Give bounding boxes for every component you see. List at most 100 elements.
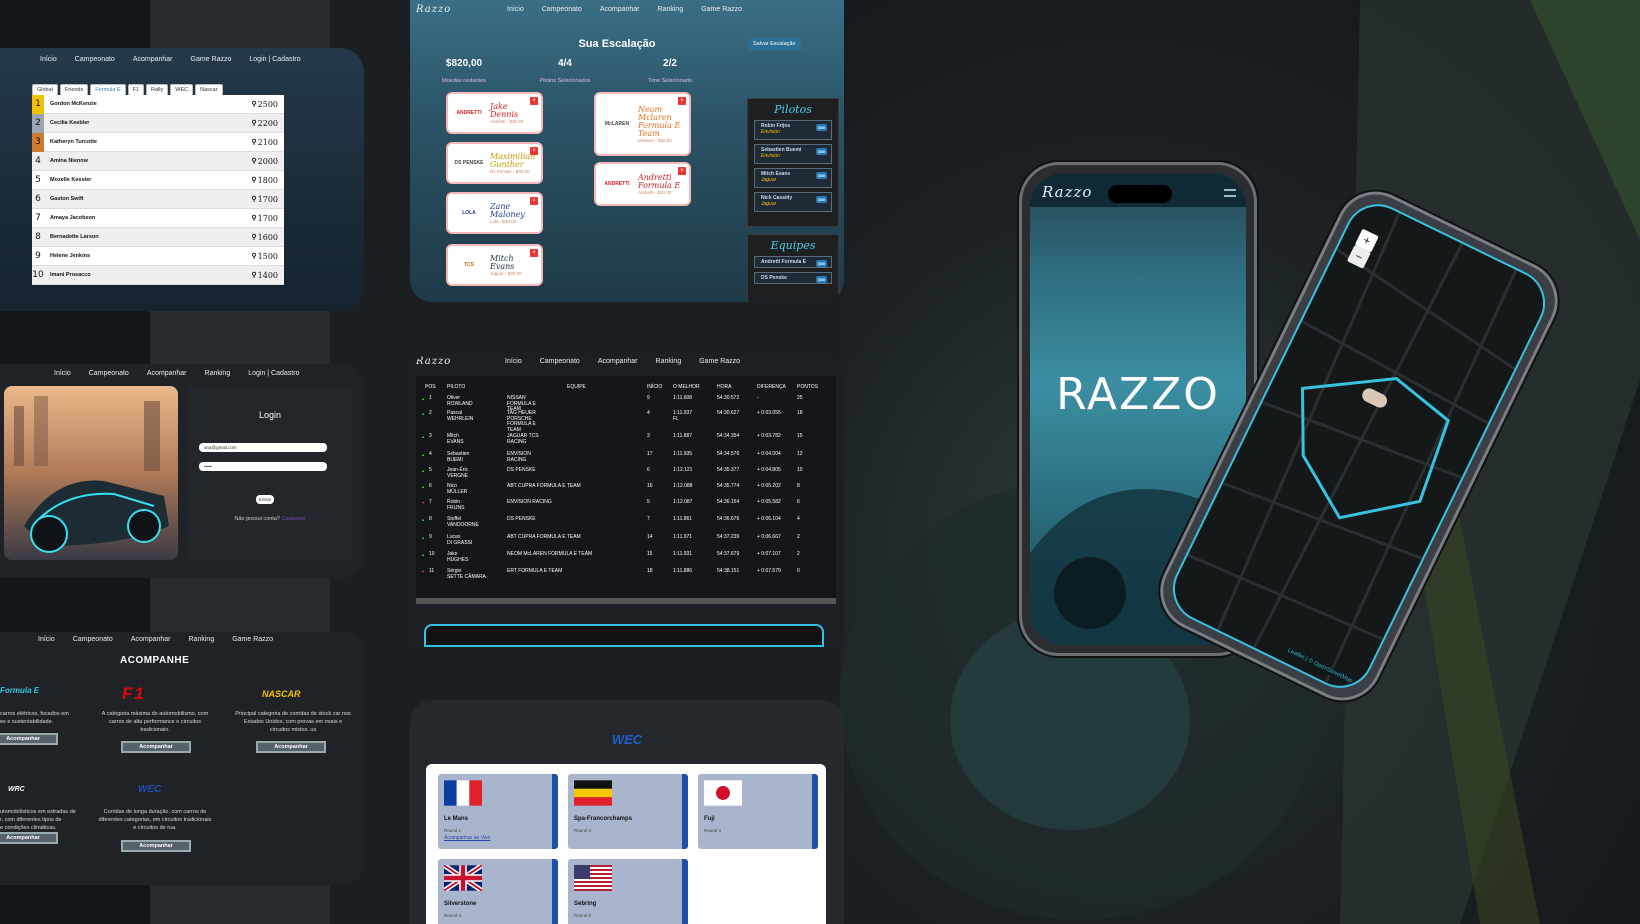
race-round: Round 5: [574, 913, 592, 918]
nav-inicio[interactable]: Início: [54, 370, 71, 377]
follow-wec-button[interactable]: Acompanhar: [121, 840, 191, 852]
nav-login[interactable]: Login | Cadastro: [249, 56, 300, 63]
pilot-option[interactable]: Nick Cassidy Jaguar $30: [754, 192, 832, 212]
race-round: Round 2: [574, 828, 592, 833]
pilot-option[interactable]: Mitch Evans Jaguar $30: [754, 168, 832, 188]
remove-driver-icon[interactable]: ×: [530, 97, 538, 105]
remove-team-icon[interactable]: ×: [678, 97, 686, 105]
driver-card[interactable]: LOLA Zane Maloney Lola - $30,00 ×: [446, 192, 543, 234]
nav-campeonato[interactable]: Campeonato: [89, 370, 129, 377]
driver-card[interactable]: TCS Mitch Evans Jaguar - $30,00 ×: [446, 244, 543, 286]
player-name: Bernadette Larson: [50, 234, 99, 240]
follow-nascar-button[interactable]: Acompanhar: [256, 741, 326, 753]
nav-acompanhar[interactable]: Acompanhar: [147, 370, 187, 377]
nav-inicio[interactable]: Início: [40, 56, 57, 63]
coins-label: Moedas restantes: [442, 78, 486, 84]
nav-campeonato[interactable]: Campeonato: [75, 56, 115, 63]
nav-game[interactable]: Game Razzo: [232, 636, 273, 643]
ranking-row: 3 Katheryn Turcotte ⚲ 2100: [32, 132, 284, 152]
nav-game[interactable]: Game Razzo: [701, 6, 742, 13]
nav-ranking[interactable]: Ranking: [205, 370, 231, 377]
email-field[interactable]: ana@gmail.com: [199, 443, 327, 452]
player-name: Katheryn Turcotte: [50, 139, 97, 145]
team-card[interactable]: McLAREN Neom Mclaren Formula E Team Mclare…: [594, 92, 691, 156]
nav-acompanhar[interactable]: Acompanhar: [598, 358, 638, 365]
signup-prompt: Não possui conta? Cadastrar: [188, 516, 352, 522]
results-cell-start: 15: [647, 551, 653, 557]
results-cell-team: ERT FORMULA E TEAM: [507, 568, 563, 574]
follow-f1-button[interactable]: Acompanhar: [121, 741, 191, 753]
pilot-option[interactable]: Sebastien Buemi Envision $30: [754, 144, 832, 164]
race-name: Silverstone: [444, 901, 477, 907]
results-cell-pos: 4: [429, 451, 432, 457]
race-card[interactable]: Fuji Round 3: [698, 774, 818, 849]
team-price-badge: $30: [816, 260, 827, 267]
team-logo: McLAREN: [604, 121, 630, 127]
rank-position: 7: [35, 213, 41, 223]
nav-inicio[interactable]: Início: [38, 636, 55, 643]
nav-acompanhar[interactable]: Acompanhar: [131, 636, 171, 643]
results-cell-diff: -: [757, 395, 759, 401]
nav-campeonato[interactable]: Campeonato: [73, 636, 113, 643]
nav-ranking[interactable]: Ranking: [189, 636, 215, 643]
nav-acompanhar[interactable]: Acompanhar: [600, 6, 640, 13]
race-round: Round 4: [444, 913, 462, 918]
hamburger-menu-icon[interactable]: [1224, 189, 1236, 197]
password-field[interactable]: •••••: [199, 462, 327, 471]
results-scrollbar[interactable]: [416, 598, 836, 604]
phone-app-logo[interactable]: Razzo: [1042, 183, 1092, 201]
results-cell-best: 1:11.931: [673, 551, 693, 557]
trophy-icon: ⚲: [251, 253, 257, 260]
pilot-price-badge: $30: [816, 172, 827, 179]
team-option[interactable]: Andretti Formula E $30: [754, 256, 832, 268]
race-card[interactable]: Sebring Round 5: [568, 859, 688, 924]
follow-formula-e-button[interactable]: Acompanhar: [0, 733, 58, 745]
nav-login[interactable]: Login | Cadastro: [248, 370, 299, 377]
driver-card[interactable]: DS PENSKE Maximilian Gunther Ds Penske - $…: [446, 142, 543, 184]
remove-team-icon[interactable]: ×: [678, 167, 686, 175]
results-cell-driver: Oliver ROWLAND: [447, 395, 473, 407]
ranking-row: 2 Cecilia Keebler ⚲ 2200: [32, 113, 284, 133]
nav-ranking[interactable]: Ranking: [658, 6, 684, 13]
lineup-logo[interactable]: Razzo: [416, 4, 451, 15]
signup-link[interactable]: Cadastrar: [281, 516, 305, 522]
driver-card[interactable]: ANDRETTI Jake Dennis Andretti - $30,00 ×: [446, 92, 543, 134]
results-header-cell: PILOTO: [447, 384, 466, 390]
nav-inicio[interactable]: Início: [505, 358, 522, 365]
race-card[interactable]: Le Mans Round 1 Acompanhar ao Vivo: [438, 774, 558, 849]
follow-wrc-button[interactable]: Acompanhar: [0, 832, 58, 844]
results-cell-team: DS PENSKE: [507, 467, 536, 473]
team-card[interactable]: ANDRETTI Andretti Formula E Andretti - $30…: [594, 162, 691, 206]
nav-inicio[interactable]: Início: [507, 6, 524, 13]
results-cell-diff: + 0:05.202: [757, 483, 781, 489]
nav-game[interactable]: Game Razzo: [191, 56, 232, 63]
results-cell-start: 18: [647, 568, 653, 574]
results-cell-start: 3: [647, 433, 650, 439]
results-logo[interactable]: Razzo: [416, 356, 451, 367]
watch-live-link[interactable]: Acompanhar ao Vivo: [444, 835, 490, 841]
results-cell-best: 1:11.886: [673, 568, 693, 574]
remove-driver-icon[interactable]: ×: [530, 147, 538, 155]
race-card[interactable]: Spa-Francorchamps Round 2: [568, 774, 688, 849]
up-arrow-icon: ▲: [421, 396, 425, 401]
nav-campeonato[interactable]: Campeonato: [542, 6, 582, 13]
nav-campeonato[interactable]: Campeonato: [540, 358, 580, 365]
nav-acompanhar[interactable]: Acompanhar: [133, 56, 173, 63]
results-cell-diff: + 0:03.782: [757, 433, 781, 439]
remove-driver-icon[interactable]: ×: [530, 197, 538, 205]
results-cell-time: 54:38.151: [717, 568, 740, 574]
race-card[interactable]: Silverstone Round 4: [438, 859, 558, 924]
results-cell-best: 1:11.861: [673, 516, 693, 522]
team-option[interactable]: DS Penske $30: [754, 272, 832, 284]
results-cell-diff: + 0:03.055: [757, 410, 781, 416]
pilot-option[interactable]: Robin Frijns Envision $30: [754, 120, 832, 140]
remove-driver-icon[interactable]: ×: [530, 249, 538, 257]
nav-game[interactable]: Game Razzo: [699, 358, 740, 365]
pilots-panel: Pilotos Robin Frijns Envision $30 Sebastien…: [747, 98, 839, 227]
trophy-icon: ⚲: [251, 234, 257, 241]
login-button[interactable]: Entrar: [256, 495, 274, 504]
nav-ranking[interactable]: Ranking: [656, 358, 682, 365]
results-cell-pts: 25: [797, 395, 803, 401]
save-lineup-button[interactable]: Salvar Escalação: [748, 38, 801, 50]
lineup-nav: Início Campeonato Acompanhar Ranking Gam…: [507, 6, 742, 13]
